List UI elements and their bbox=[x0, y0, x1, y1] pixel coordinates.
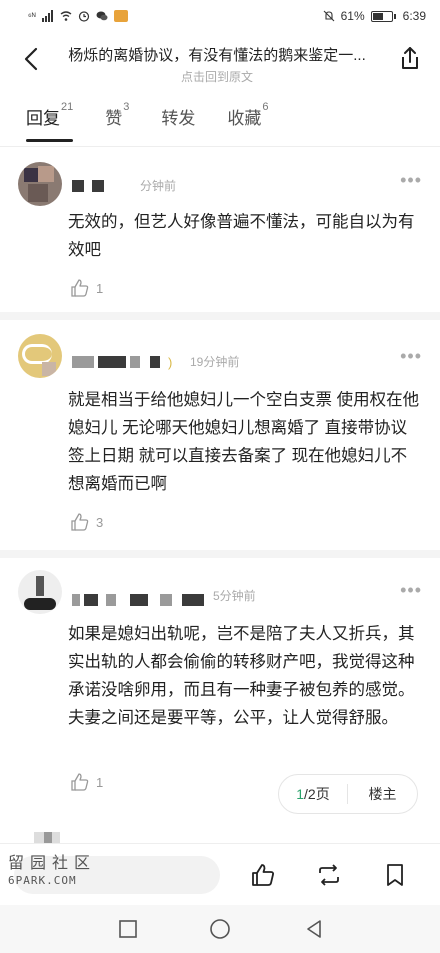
battery-icon bbox=[370, 10, 396, 22]
back-arrow-icon[interactable] bbox=[18, 44, 46, 74]
page-title: 杨烁的离婚协议，有没有懂法的鹅来鉴定一... bbox=[68, 47, 366, 64]
back-to-original-link[interactable]: 点击回到原文 bbox=[58, 68, 376, 85]
thumbs-up-icon bbox=[71, 773, 89, 791]
page-selector[interactable]: 1/2页 bbox=[279, 784, 348, 804]
wechat-icon bbox=[96, 11, 108, 21]
section-divider bbox=[0, 550, 440, 558]
network-type: ⁶ᴺ bbox=[28, 11, 36, 21]
battery-level bbox=[372, 12, 383, 20]
total-pages: /2页 bbox=[304, 786, 330, 802]
repost-icon[interactable] bbox=[316, 862, 342, 888]
header-title-area[interactable]: 杨烁的离婚协议，有没有懂法的鹅来鉴定一... 点击回到原文 bbox=[58, 44, 376, 85]
tab-label: 赞 bbox=[105, 109, 123, 128]
like-count: 3 bbox=[96, 514, 104, 530]
watermark: 留园社区 6PARK.COM bbox=[8, 854, 96, 890]
username-blurred[interactable] bbox=[72, 180, 104, 192]
tab-count: 6 bbox=[262, 101, 269, 113]
thumbs-up-icon bbox=[71, 279, 89, 297]
more-dots-icon[interactable]: ••• bbox=[400, 346, 422, 367]
back-icon[interactable] bbox=[302, 917, 326, 941]
signal-icon bbox=[41, 10, 53, 22]
like-button[interactable]: 1 bbox=[70, 772, 103, 792]
comment-time: 5分钟前 bbox=[213, 589, 256, 603]
avatar[interactable] bbox=[18, 162, 62, 206]
clock: 6:39 bbox=[402, 9, 426, 23]
more-dots-icon[interactable]: ••• bbox=[400, 170, 422, 191]
comment-time: 19分钟前 bbox=[190, 355, 240, 369]
mute-icon bbox=[323, 10, 334, 22]
avatar[interactable] bbox=[18, 334, 62, 378]
watermark-line2: 6PARK.COM bbox=[8, 874, 77, 887]
tab-label: 收藏 bbox=[227, 109, 262, 128]
avatar[interactable] bbox=[18, 570, 62, 614]
battery-percent: 61% bbox=[340, 9, 365, 23]
tab-bar: 回复21 赞3 转发 收藏6 bbox=[0, 96, 440, 144]
comment-text: 无效的，但艺人好像普遍不懂法，可能自以为有效吧 bbox=[68, 213, 415, 259]
thumbs-up-icon[interactable] bbox=[250, 862, 276, 888]
tab-reposts[interactable]: 转发 bbox=[161, 96, 195, 142]
tab-likes[interactable]: 赞3 bbox=[105, 96, 129, 142]
like-count: 1 bbox=[96, 280, 104, 296]
like-button[interactable]: 1 bbox=[70, 278, 103, 298]
status-bar: ⁶ᴺ 61% 6:39 bbox=[0, 0, 440, 32]
recent-apps-icon[interactable] bbox=[116, 917, 140, 941]
watermark-line1: 留园社区 bbox=[8, 853, 97, 872]
comment-time: 分钟前 bbox=[140, 179, 177, 193]
wifi-icon bbox=[60, 11, 72, 21]
op-only-button[interactable]: 楼主 bbox=[348, 784, 417, 804]
like-count: 1 bbox=[96, 774, 104, 790]
comment-item: 分钟前 ••• 无效的，但艺人好像普遍不懂法，可能自以为有效吧 1 bbox=[0, 150, 440, 310]
tab-count: 3 bbox=[123, 101, 130, 113]
comment-text: 如果是媳妇出轨呢，岂不是陪了夫人又折兵，其实出轨的人都会偷偷的转移财产吧，我觉得… bbox=[68, 625, 415, 727]
thumbs-up-icon bbox=[71, 513, 89, 531]
share-icon[interactable] bbox=[396, 44, 424, 74]
section-divider bbox=[0, 312, 440, 320]
like-button[interactable]: 3 bbox=[70, 512, 103, 532]
bottom-action-bar: 留园社区 6PARK.COM bbox=[0, 843, 440, 905]
pagination-control: 1/2页 楼主 bbox=[278, 774, 418, 814]
page-header: 杨烁的离婚协议，有没有懂法的鹅来鉴定一... 点击回到原文 bbox=[0, 32, 440, 90]
system-nav-bar bbox=[0, 905, 440, 953]
app-notification-icon bbox=[113, 10, 128, 22]
home-icon[interactable] bbox=[208, 917, 232, 941]
tab-favorites[interactable]: 收藏6 bbox=[227, 96, 268, 142]
tab-count: 21 bbox=[61, 101, 74, 113]
username-blurred[interactable] bbox=[72, 594, 204, 606]
alarm-icon bbox=[78, 11, 89, 22]
comment-item: ) 19分钟前 ••• 就是相当于给他媳妇儿一个空白支票 使用权在他媳妇儿 无论… bbox=[0, 320, 440, 550]
tab-divider bbox=[0, 146, 440, 147]
tab-replies[interactable]: 回复21 bbox=[26, 96, 74, 142]
more-dots-icon[interactable]: ••• bbox=[400, 580, 422, 601]
tab-label: 回复 bbox=[26, 109, 60, 128]
username-blurred[interactable]: ) bbox=[72, 355, 172, 370]
current-page: 1 bbox=[296, 786, 305, 802]
comment-text: 就是相当于给他媳妇儿一个空白支票 使用权在他媳妇儿 无论哪天他媳妇儿想离婚了 直… bbox=[68, 391, 420, 493]
tab-label: 转发 bbox=[161, 109, 196, 128]
bookmark-icon[interactable] bbox=[382, 862, 408, 888]
